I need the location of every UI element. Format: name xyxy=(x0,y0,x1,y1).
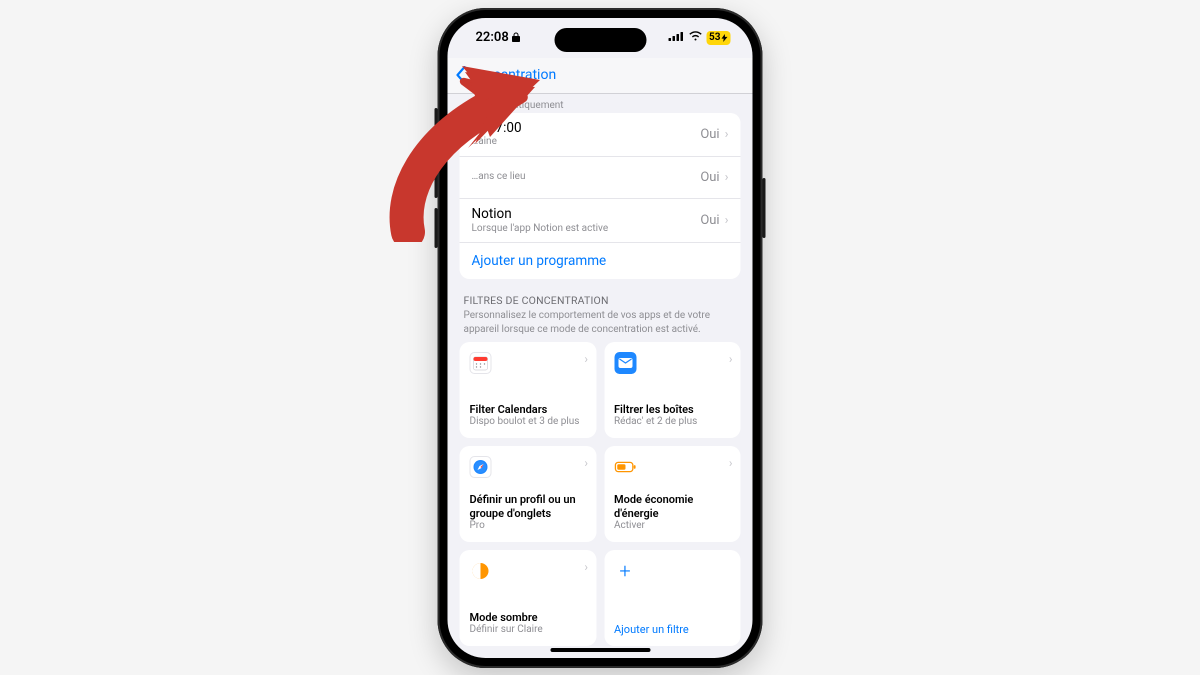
phone-frame: 22:08 53 Concentration xyxy=(438,8,763,668)
volume-up-button xyxy=(435,158,438,198)
filter-tile-dark-mode[interactable]: › Mode sombre Définir sur Claire xyxy=(460,550,597,646)
chevron-right-icon: › xyxy=(729,456,733,470)
chevron-right-icon: › xyxy=(725,170,729,185)
lock-icon xyxy=(512,32,521,43)
add-filter-tile[interactable]: + Ajouter un filtre xyxy=(604,550,741,646)
schedule-group: 0–17:00 …aine Oui › …ans ce lieu Oui › xyxy=(460,113,741,280)
silence-switch xyxy=(435,108,438,134)
tile-title: Mode sombre xyxy=(470,611,587,624)
row-value: Oui xyxy=(700,127,719,142)
chevron-right-icon: › xyxy=(729,352,733,366)
add-schedule-button[interactable]: Ajouter un programme xyxy=(460,243,741,279)
chevron-left-icon xyxy=(456,66,467,84)
row-title: 0–17:00 xyxy=(472,120,522,137)
screen: 22:08 53 Concentration xyxy=(448,18,753,658)
filter-tile-safari[interactable]: › Définir un profil ou un groupe d'ongle… xyxy=(460,446,597,542)
filter-tile-mail[interactable]: › Filtrer les boîtes Rédac' et 2 de plus xyxy=(604,342,741,438)
dynamic-island xyxy=(554,28,646,52)
tile-subtitle: Dispo boulot et 3 de plus xyxy=(470,416,587,429)
filter-tile-low-power[interactable]: › Mode économie d'énergie Activer xyxy=(604,446,741,542)
row-value: Oui xyxy=(700,170,719,185)
tile-subtitle: Activer xyxy=(614,520,731,533)
battery-low-power-icon xyxy=(614,456,636,478)
tile-title: Filtrer les boîtes xyxy=(614,403,731,416)
volume-down-button xyxy=(435,208,438,248)
tile-subtitle: Définir sur Claire xyxy=(470,624,587,637)
tile-subtitle: Rédac' et 2 de plus xyxy=(614,416,731,429)
status-time: 22:08 xyxy=(476,30,509,45)
chevron-right-icon: › xyxy=(584,560,588,574)
row-subtitle: …ans ce lieu xyxy=(472,171,526,184)
home-indicator[interactable] xyxy=(550,648,650,652)
power-button xyxy=(763,178,766,238)
tile-title: Mode économie d'énergie xyxy=(614,493,731,519)
nav-bar: Concentration xyxy=(448,58,753,94)
schedule-row-time[interactable]: 0–17:00 …aine Oui › xyxy=(460,113,741,157)
scroll-content[interactable]: …tive automatiquement 0–17:00 …aine Oui … xyxy=(448,94,753,658)
back-label: Concentration xyxy=(469,67,557,83)
tile-subtitle: Pro xyxy=(470,520,587,533)
wifi-icon xyxy=(688,30,702,45)
plus-icon: + xyxy=(614,560,636,582)
row-subtitle: Lorsque l'app Notion est active xyxy=(472,223,609,236)
section-description: Personnalisez le comportement de vos app… xyxy=(460,309,741,336)
tile-title: Ajouter un filtre xyxy=(614,623,731,636)
chevron-right-icon: › xyxy=(725,127,729,142)
back-button[interactable]: Concentration xyxy=(456,66,557,84)
filters-grid: › Filter Calendars Dispo boulot et 3 de … xyxy=(460,342,741,646)
cellular-icon xyxy=(668,30,684,45)
calendar-icon xyxy=(470,352,492,374)
row-value: Oui xyxy=(700,213,719,228)
schedule-row-app[interactable]: Notion Lorsque l'app Notion est active O… xyxy=(460,199,741,243)
mail-icon xyxy=(614,352,636,374)
chevron-right-icon: › xyxy=(725,213,729,228)
safari-icon xyxy=(470,456,492,478)
schedule-row-location[interactable]: …ans ce lieu Oui › xyxy=(460,157,741,199)
truncated-header: …tive automatiquement xyxy=(448,94,753,113)
row-title: Notion xyxy=(472,206,609,223)
tile-title: Filter Calendars xyxy=(470,403,587,416)
filters-header: FILTRES DE CONCENTRATION Personnalisez l… xyxy=(460,294,741,336)
battery-indicator: 53 xyxy=(706,31,730,45)
chevron-right-icon: › xyxy=(584,352,588,366)
dark-mode-icon xyxy=(470,560,492,582)
row-subtitle: …aine xyxy=(472,136,522,149)
tile-title: Définir un profil ou un groupe d'onglets xyxy=(470,493,587,519)
section-title: FILTRES DE CONCENTRATION xyxy=(460,294,741,309)
chevron-right-icon: › xyxy=(584,456,588,470)
filter-tile-calendars[interactable]: › Filter Calendars Dispo boulot et 3 de … xyxy=(460,342,597,438)
